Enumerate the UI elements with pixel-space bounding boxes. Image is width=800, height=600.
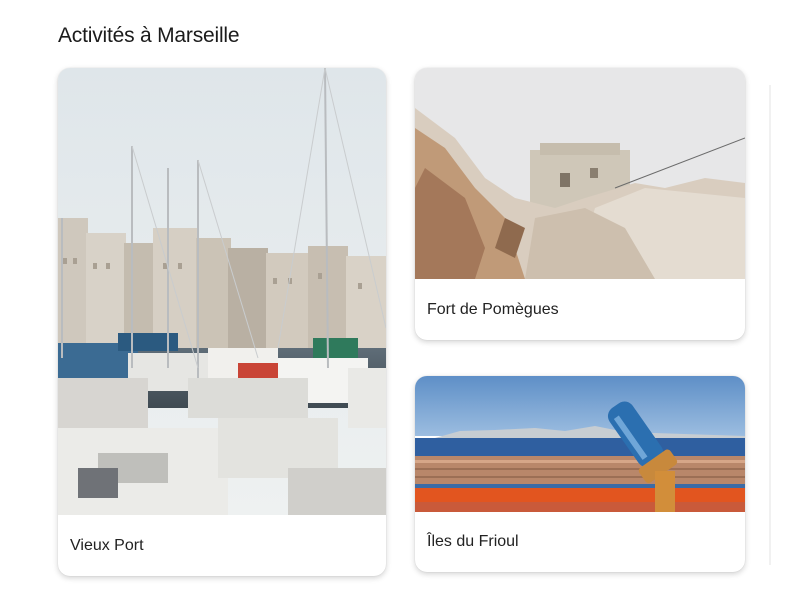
card-label: Îles du Frioul [427, 533, 519, 550]
fort-de-pomegues-image [415, 68, 745, 279]
page-title: Activités à Marseille [58, 24, 240, 47]
card-label: Vieux Port [70, 537, 144, 554]
scroll-edge-divider [769, 85, 771, 565]
activity-card-vieux-port[interactable]: Vieux Port [58, 68, 386, 576]
card-label: Fort de Pomègues [427, 301, 559, 318]
activity-card-fort-de-pomegues[interactable]: Fort de Pomègues [415, 68, 745, 340]
vieux-port-image [58, 68, 386, 515]
iles-du-frioul-image [415, 376, 745, 512]
activity-card-iles-du-frioul[interactable]: Îles du Frioul [415, 376, 745, 572]
